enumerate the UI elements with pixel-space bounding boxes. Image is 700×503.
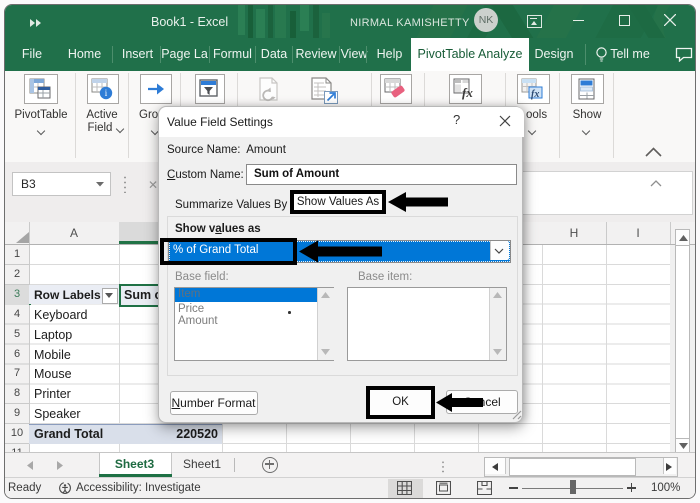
svg-text:fx: fx — [531, 89, 539, 100]
svg-text:fx: fx — [462, 85, 473, 100]
